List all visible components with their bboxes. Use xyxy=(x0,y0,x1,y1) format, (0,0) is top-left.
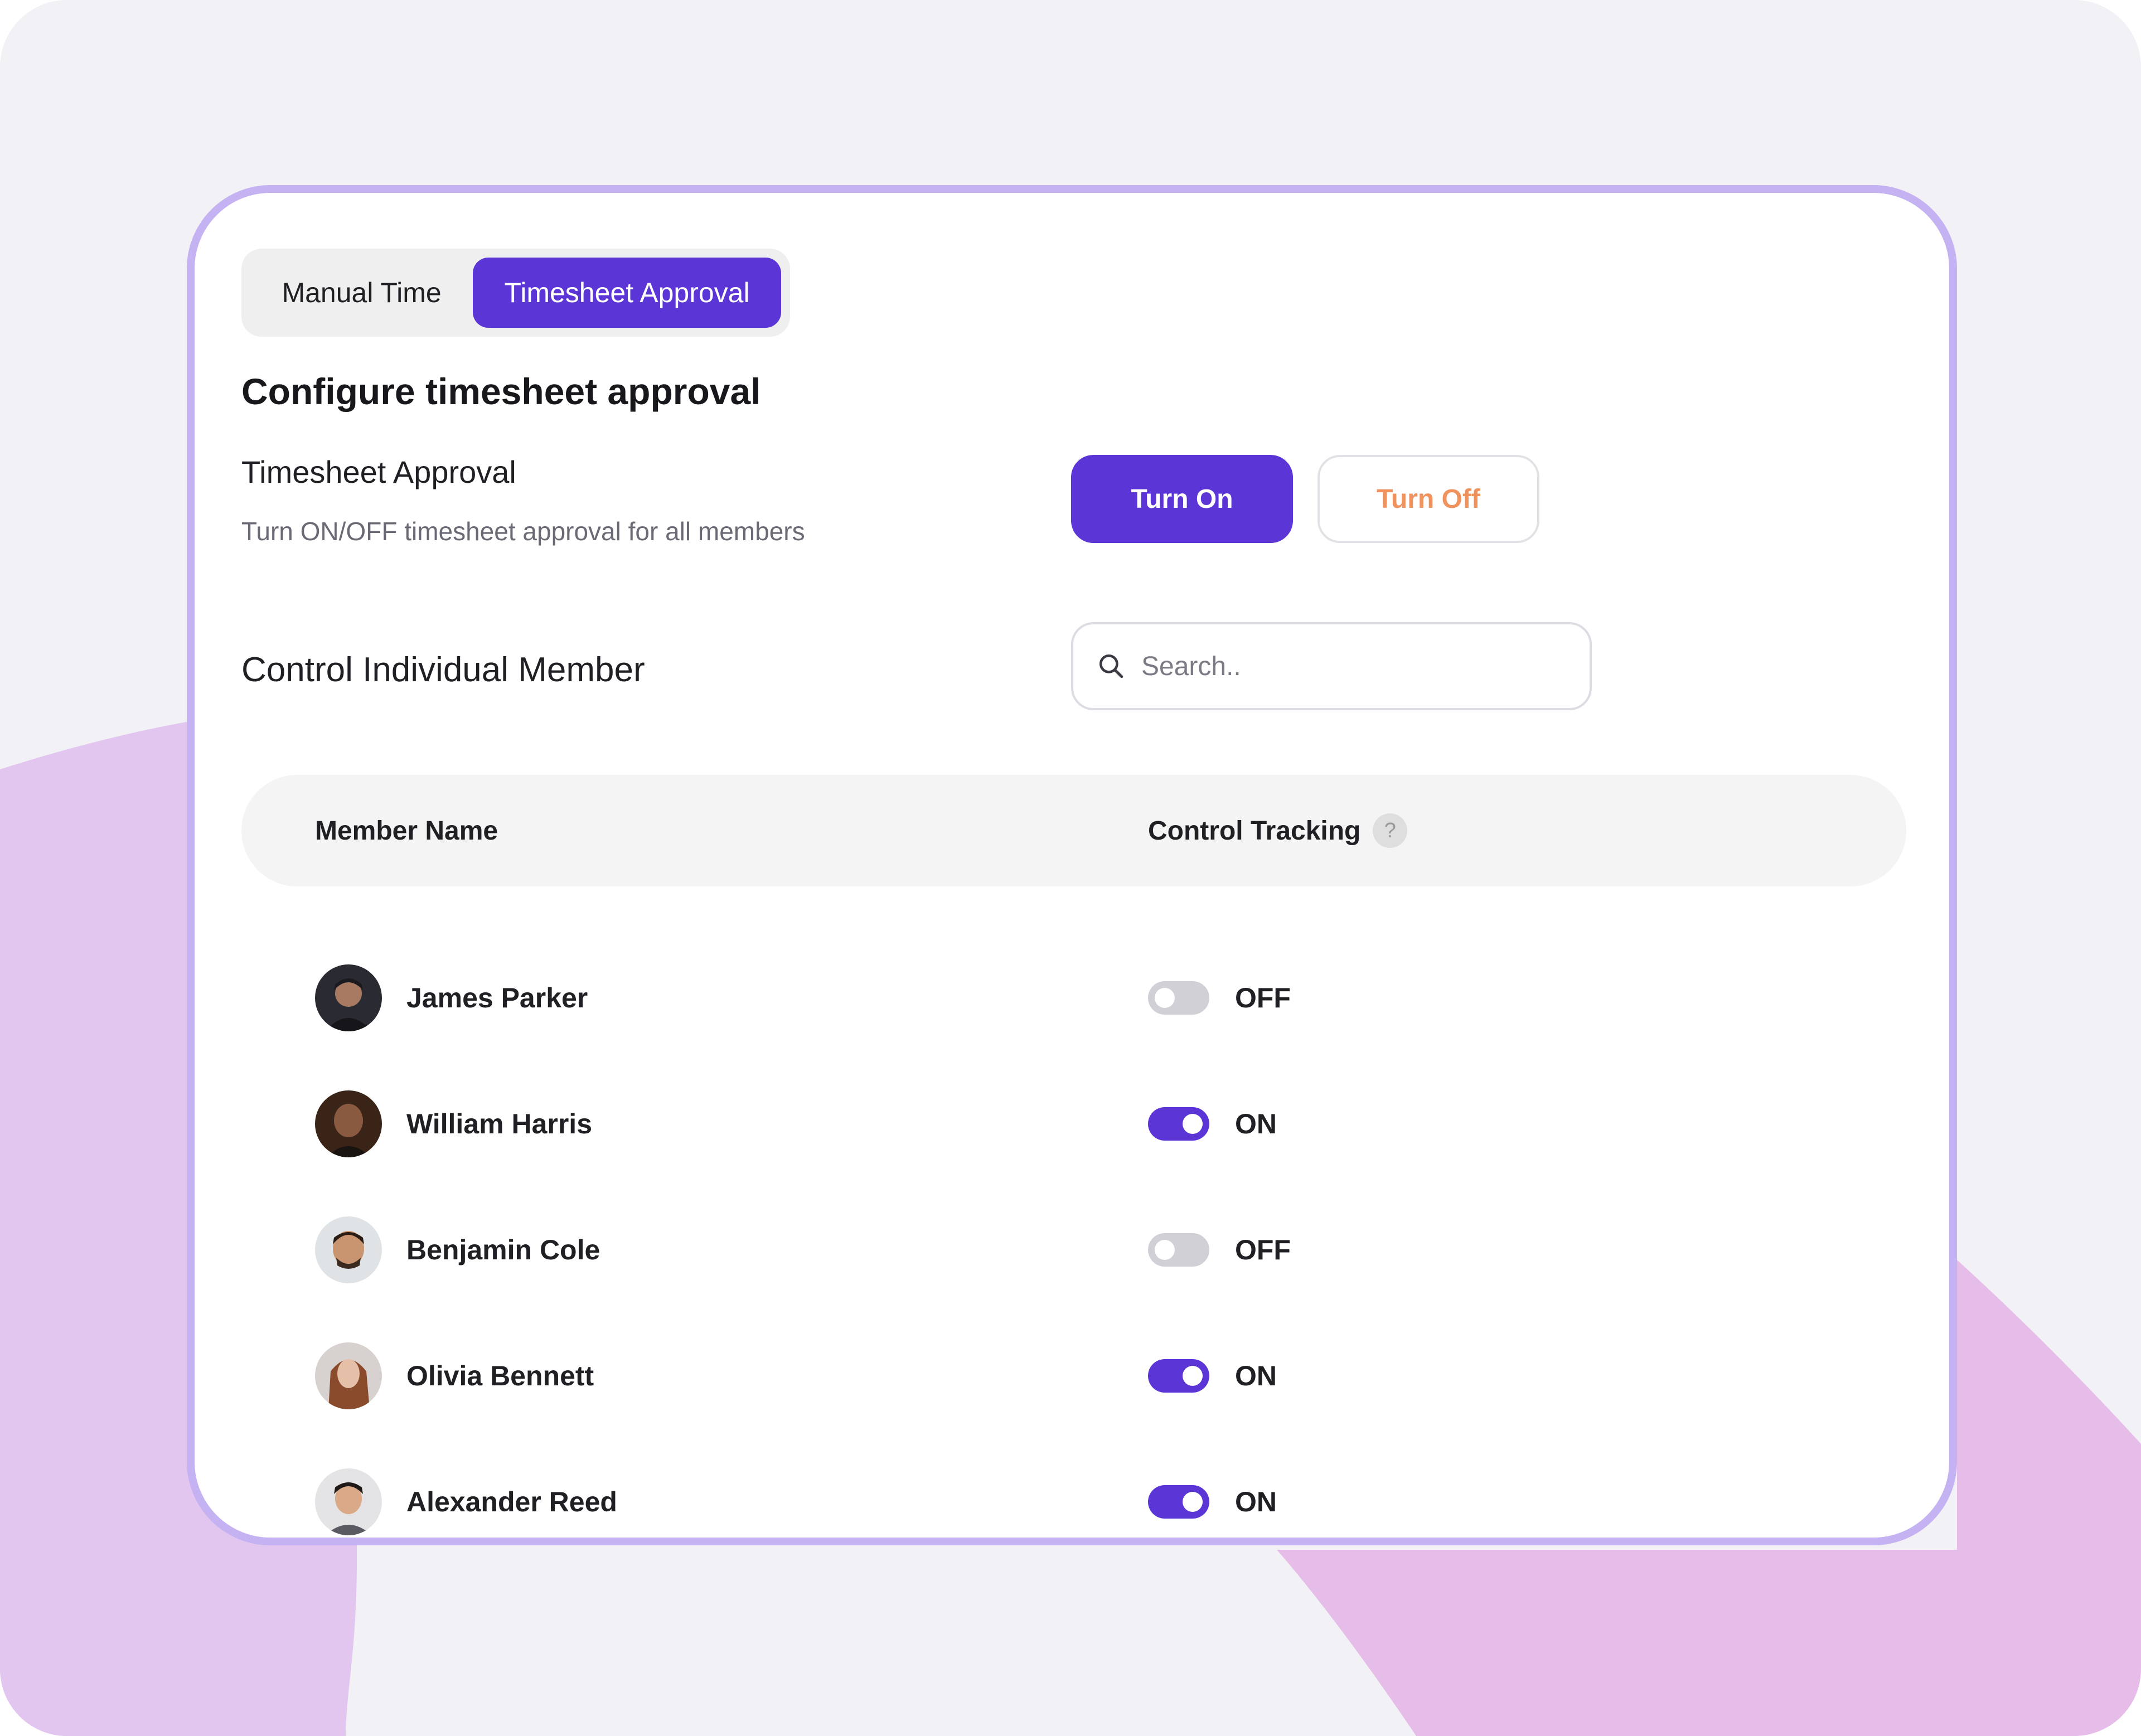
avatar xyxy=(315,1468,382,1535)
toggle-knob xyxy=(1183,1492,1203,1512)
timesheet-approval-description: Turn ON/OFF timesheet approval for all m… xyxy=(241,517,805,546)
tab-timesheet-approval[interactable]: Timesheet Approval xyxy=(473,258,781,328)
toggle-knob xyxy=(1155,1240,1175,1260)
tracking-toggle[interactable] xyxy=(1148,1107,1209,1141)
turn-on-button[interactable]: Turn On xyxy=(1071,455,1293,543)
member-name: James Parker xyxy=(406,982,588,1014)
tracking-toggle[interactable] xyxy=(1148,1233,1209,1267)
tracking-status: OFF xyxy=(1235,982,1291,1014)
timesheet-settings-card: Manual Time Timesheet Approval Configure… xyxy=(187,185,1957,1545)
tracking-toggle[interactable] xyxy=(1148,1359,1209,1393)
avatar xyxy=(315,1090,382,1157)
avatar xyxy=(315,1342,382,1409)
member-row: Olivia Bennett ON xyxy=(195,1326,1949,1426)
toggle-knob xyxy=(1183,1366,1203,1386)
column-header-member-name: Member Name xyxy=(315,775,498,886)
tracking-toggle[interactable] xyxy=(1148,1485,1209,1519)
search-icon xyxy=(1096,651,1127,682)
column-header-control-tracking: Control Tracking ? xyxy=(1148,775,1408,886)
search-input[interactable] xyxy=(1140,650,1566,682)
tracking-status: ON xyxy=(1235,1360,1277,1391)
tracking-toggle[interactable] xyxy=(1148,981,1209,1015)
member-row: William Harris ON xyxy=(195,1074,1949,1174)
members-table-header: Member Name Control Tracking ? xyxy=(241,775,1906,886)
turn-off-button[interactable]: Turn Off xyxy=(1317,455,1539,543)
help-icon[interactable]: ? xyxy=(1373,813,1408,848)
toggle-knob xyxy=(1183,1114,1203,1134)
column-header-control-tracking-label: Control Tracking xyxy=(1148,816,1361,846)
tracking-status: OFF xyxy=(1235,1234,1291,1265)
toggle-knob xyxy=(1155,988,1175,1008)
page-title: Configure timesheet approval xyxy=(241,371,761,412)
member-row: James Parker OFF xyxy=(195,948,1949,1048)
member-name: William Harris xyxy=(406,1108,593,1139)
page-background: Manual Time Timesheet Approval Configure… xyxy=(0,0,2141,1736)
member-row: Alexander Reed ON xyxy=(195,1452,1949,1538)
member-search-field[interactable] xyxy=(1071,622,1592,710)
tracking-status: ON xyxy=(1235,1108,1277,1139)
column-header-member-name-label: Member Name xyxy=(315,816,498,846)
timesheet-approval-label: Timesheet Approval xyxy=(241,454,516,489)
tab-switcher: Manual Time Timesheet Approval xyxy=(241,249,790,337)
avatar xyxy=(315,1216,382,1283)
member-name: Olivia Bennett xyxy=(406,1360,594,1391)
member-name: Benjamin Cole xyxy=(406,1234,600,1265)
tab-manual-time[interactable]: Manual Time xyxy=(250,258,473,328)
control-individual-member-label: Control Individual Member xyxy=(241,651,645,689)
member-row: Benjamin Cole OFF xyxy=(195,1200,1949,1300)
avatar xyxy=(315,964,382,1031)
member-name: Alexander Reed xyxy=(406,1486,617,1517)
tracking-status: ON xyxy=(1235,1486,1277,1517)
